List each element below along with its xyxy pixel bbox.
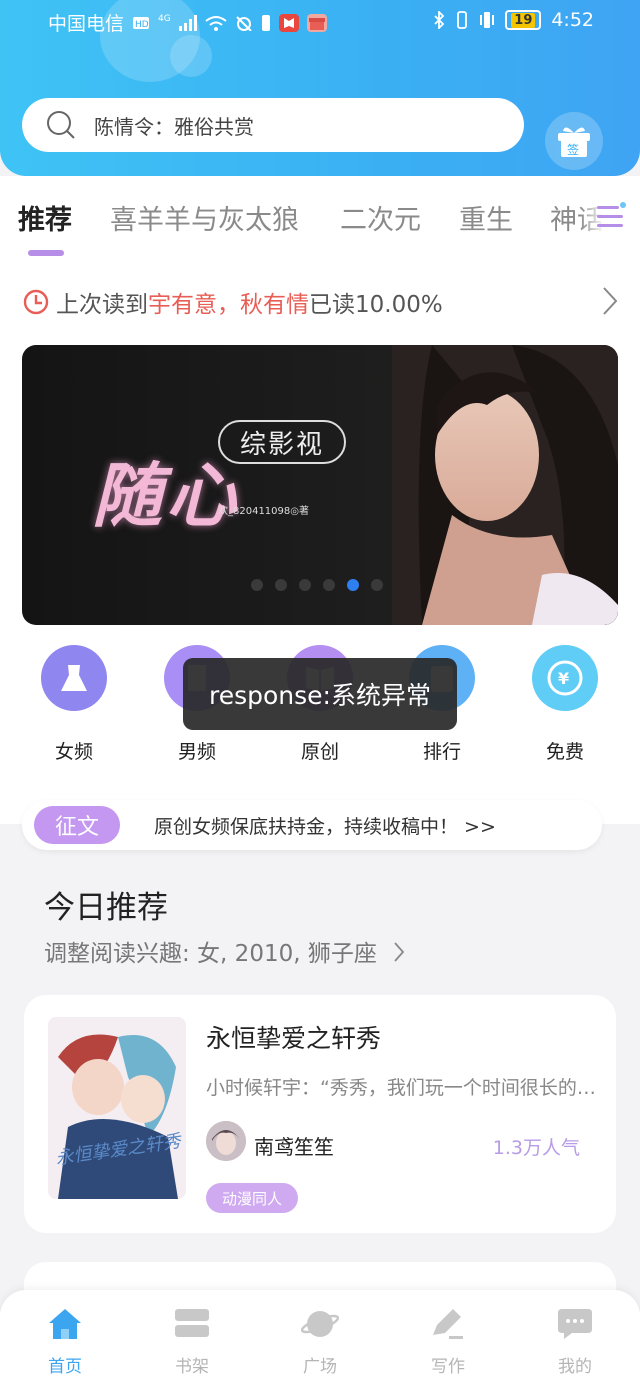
nav-label: 首页 xyxy=(48,1357,82,1377)
nav-write[interactable]: 写作 xyxy=(408,1306,488,1377)
coin-icon: ¥ xyxy=(532,645,598,711)
wifi-icon xyxy=(205,15,227,31)
carousel-dot[interactable] xyxy=(299,579,311,591)
recent-read-bar[interactable]: 上次读到 宇有意，秋有情 已读10.00% xyxy=(22,284,622,320)
category-label: 排行 xyxy=(422,741,461,763)
recent-book-title: 宇有意，秋有情 xyxy=(148,292,309,318)
carousel-dot-active[interactable] xyxy=(347,579,359,591)
banner-title: 随心 xyxy=(92,454,240,537)
clock-icon xyxy=(23,289,49,315)
app-notification-icon xyxy=(278,13,299,32)
banner-portrait-image xyxy=(392,345,618,625)
error-toast: response:系统异常 xyxy=(183,658,457,730)
recent-progress: 已读10.00% xyxy=(309,292,443,318)
contest-text: 原创女频保底扶持金，持续收稿中！ >> xyxy=(154,815,496,838)
banner-author: 欢_820411098◎著 xyxy=(218,506,309,517)
search-bar[interactable]: 陈情令：雅俗共赏 xyxy=(22,98,524,152)
sim-icon xyxy=(261,14,270,31)
signal-icon xyxy=(178,14,197,31)
bottom-navigation: 首页 书架 广场 写作 我的 xyxy=(0,1290,640,1387)
recent-prefix: 上次读到 xyxy=(56,292,148,318)
book-description: 小时候轩宇：“秀秀，我们玩一个时间很长的游戏好不好？ xyxy=(206,1077,596,1099)
carousel-dot[interactable] xyxy=(371,579,383,591)
carousel-dot[interactable] xyxy=(251,579,263,591)
tab-recommend[interactable]: 推荐 xyxy=(18,198,72,237)
search-icon xyxy=(47,111,75,139)
chevron-right-icon xyxy=(394,942,405,962)
author-avatar xyxy=(206,1121,246,1161)
contest-tag: 征文 xyxy=(34,806,120,844)
chevron-right-icon[interactable] xyxy=(600,284,620,318)
battery-indicator: 19 xyxy=(505,10,542,30)
category-free[interactable]: ¥ 免费 xyxy=(515,645,615,764)
category-label: 免费 xyxy=(545,741,584,763)
bookshelf-icon xyxy=(175,1309,209,1337)
category-female[interactable]: 女频 xyxy=(24,645,124,764)
search-placeholder: 陈情令：雅俗共赏 xyxy=(94,114,254,139)
clock: 4:52 xyxy=(551,9,594,31)
popularity-count: 1.3万人气 xyxy=(492,1137,580,1159)
category-label: 原创 xyxy=(300,741,339,763)
nav-label: 广场 xyxy=(303,1357,337,1377)
nav-label: 写作 xyxy=(431,1357,465,1377)
phone-mode-icon xyxy=(480,12,495,28)
svg-text:HD: HD xyxy=(135,20,149,30)
book-title: 永恒挚爱之轩秀 xyxy=(206,1024,382,1053)
book-card[interactable]: 永恒挚爱之轩秀 永恒挚爱之轩秀 小时候轩宇：“秀秀，我们玩一个时间很长的游戏好不… xyxy=(24,995,616,1233)
gift-notification-icon xyxy=(306,13,327,32)
book-cover-image: 永恒挚爱之轩秀 xyxy=(48,1017,186,1199)
status-bar: 中国电信 HD 4G 19 4:52 xyxy=(0,0,640,44)
contest-banner[interactable]: 征文 原创女频保底扶持金，持续收稿中！ >> xyxy=(22,800,602,850)
nav-home[interactable]: 首页 xyxy=(25,1306,105,1377)
tab-menu-button[interactable] xyxy=(580,196,640,236)
carousel-dot[interactable] xyxy=(275,579,287,591)
author-name: 南鸢笙笙 xyxy=(254,1135,334,1159)
category-label: 男频 xyxy=(177,741,216,763)
nav-mine[interactable]: 我的 xyxy=(535,1306,615,1377)
dress-icon xyxy=(41,645,107,711)
nav-bookshelf[interactable]: 书架 xyxy=(152,1306,232,1377)
bluetooth-icon xyxy=(434,11,445,29)
svg-text:¥: ¥ xyxy=(558,669,569,688)
nav-plaza[interactable]: 广场 xyxy=(280,1306,360,1377)
nav-label: 我的 xyxy=(558,1357,592,1377)
vibrate-icon xyxy=(457,11,468,29)
section-title: 今日推荐 xyxy=(44,890,168,926)
hd-icon: HD xyxy=(133,16,150,30)
book-genre-tag[interactable]: 动漫同人 xyxy=(206,1183,299,1213)
checkin-button[interactable]: 签 xyxy=(545,112,603,170)
tab-anime[interactable]: 二次元 xyxy=(340,198,421,237)
gift-checkin-icon: 签 xyxy=(558,127,590,157)
menu-icon xyxy=(597,202,626,227)
carousel-dot[interactable] xyxy=(323,579,335,591)
interest-settings-link[interactable]: 调整阅读兴趣: 女, 2010, 狮子座 xyxy=(44,934,406,968)
carrier-label: 中国电信 xyxy=(48,13,125,35)
chat-icon xyxy=(558,1309,592,1339)
banner-carousel[interactable]: 综影视 随心 欢_820411098◎著 xyxy=(22,345,618,625)
app-header: 中国电信 HD 4G 19 4:52 陈情令：雅俗共赏 签 xyxy=(0,0,640,176)
tab-pleasant-goat[interactable]: 喜羊羊与灰太狼 xyxy=(110,198,299,237)
tab-rebirth[interactable]: 重生 xyxy=(459,198,513,237)
carousel-dots xyxy=(251,579,383,591)
nav-label: 书架 xyxy=(175,1357,209,1377)
svg-text:签: 签 xyxy=(567,142,579,157)
interest-text: 调整阅读兴趣: 女, 2010, 狮子座 xyxy=(44,941,377,967)
pen-icon xyxy=(433,1309,463,1339)
alarm-off-icon xyxy=(236,15,252,31)
home-icon xyxy=(49,1309,81,1339)
category-label: 女频 xyxy=(54,741,93,763)
planet-icon xyxy=(301,1311,339,1337)
category-tabs: 推荐 喜羊羊与灰太狼 二次元 重生 神话 xyxy=(0,176,640,256)
network-label: 4G xyxy=(158,13,171,24)
